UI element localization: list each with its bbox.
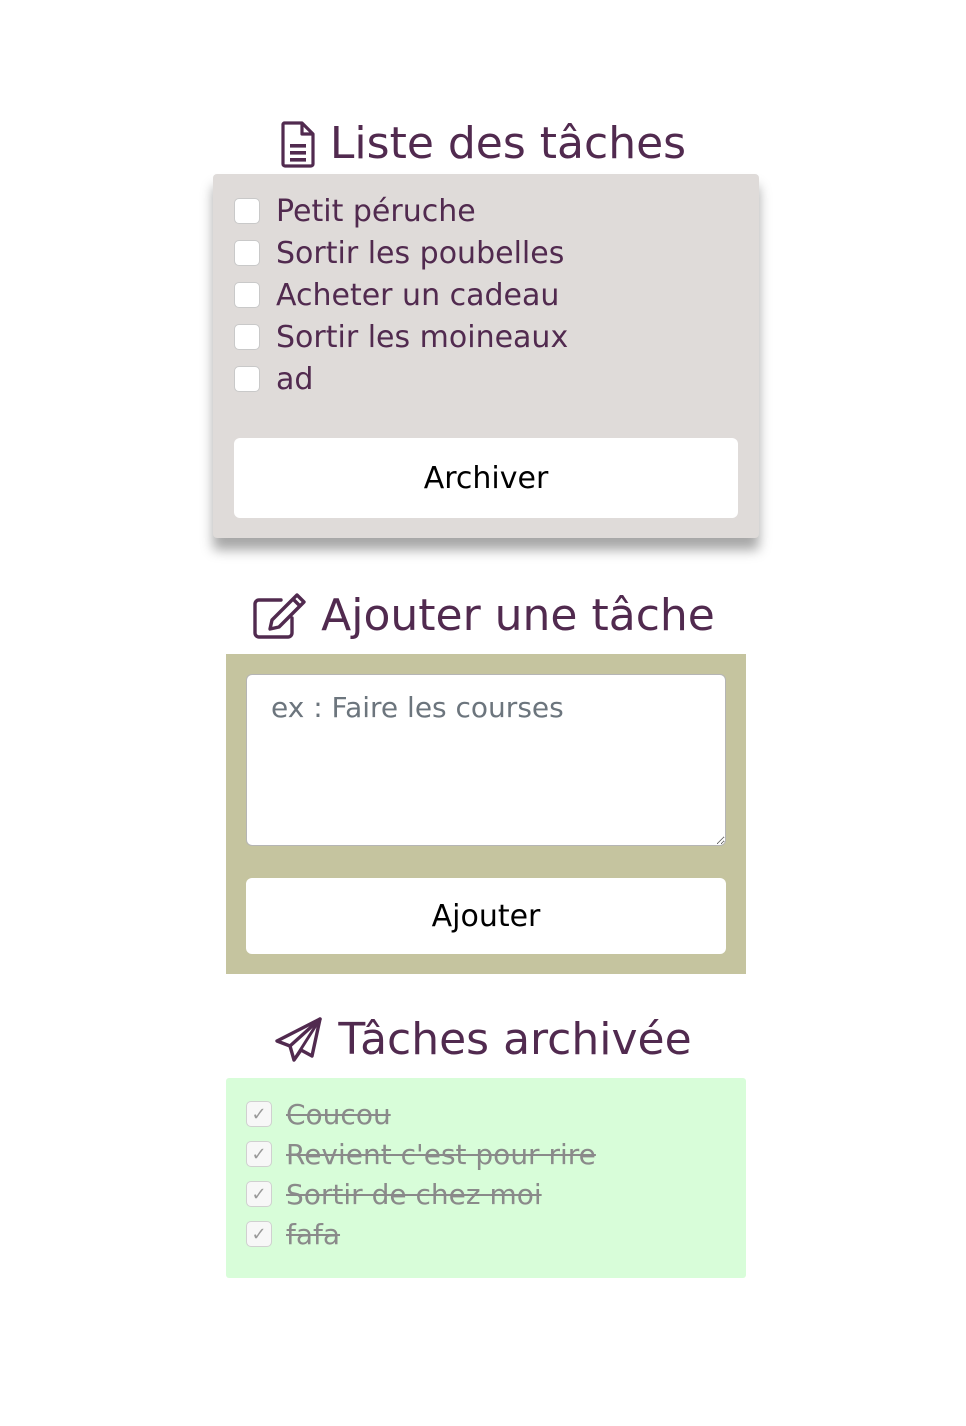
archived-title-text: Tâches archivée: [338, 1014, 692, 1065]
task-label: Sortir les moineaux: [276, 319, 569, 355]
archived-item[interactable]: ✓ Revient c'est pour rire: [246, 1134, 596, 1174]
archived-label: fafa: [286, 1217, 341, 1251]
task-list-title: Liste des tâches: [0, 116, 966, 172]
edit-icon: [251, 592, 307, 640]
task-label: Acheter un cadeau: [276, 277, 560, 313]
task-label: Sortir les poubelles: [276, 235, 565, 271]
task-label: Petit péruche: [276, 193, 476, 229]
checkmark-icon[interactable]: ✓: [246, 1101, 272, 1127]
archived-title: Tâches archivée: [0, 1012, 966, 1068]
task-input[interactable]: [246, 674, 726, 846]
task-checkbox[interactable]: [234, 366, 260, 392]
task-checkbox[interactable]: [234, 282, 260, 308]
task-checkbox[interactable]: [234, 198, 260, 224]
checkmark-icon[interactable]: ✓: [246, 1141, 272, 1167]
task-item[interactable]: Acheter un cadeau: [234, 274, 568, 316]
archived-item[interactable]: ✓ Coucou: [246, 1094, 596, 1134]
task-list: Petit péruche Sortir les poubelles Achet…: [234, 190, 568, 400]
archived-panel: ✓ Coucou ✓ Revient c'est pour rire ✓ Sor…: [226, 1078, 746, 1278]
task-label: ad: [276, 361, 314, 397]
paper-plane-icon: [274, 1016, 324, 1064]
archived-label: Revient c'est pour rire: [286, 1137, 596, 1171]
add-task-panel: Ajouter: [226, 654, 746, 974]
task-checkbox[interactable]: [234, 324, 260, 350]
add-button[interactable]: Ajouter: [246, 878, 726, 954]
archived-list: ✓ Coucou ✓ Revient c'est pour rire ✓ Sor…: [246, 1094, 596, 1254]
task-list-title-text: Liste des tâches: [329, 118, 687, 169]
task-item[interactable]: ad: [234, 358, 568, 400]
archived-label: Sortir de chez moi: [286, 1177, 542, 1211]
archive-button[interactable]: Archiver: [234, 438, 738, 518]
add-task-title: Ajouter une tâche: [0, 588, 966, 644]
task-item[interactable]: Sortir les poubelles: [234, 232, 568, 274]
task-list-panel: Petit péruche Sortir les poubelles Achet…: [213, 174, 759, 538]
task-item[interactable]: Sortir les moineaux: [234, 316, 568, 358]
add-task-title-text: Ajouter une tâche: [321, 590, 715, 641]
archived-item[interactable]: ✓ Sortir de chez moi: [246, 1174, 596, 1214]
task-checkbox[interactable]: [234, 240, 260, 266]
checkmark-icon[interactable]: ✓: [246, 1221, 272, 1247]
task-item[interactable]: Petit péruche: [234, 190, 568, 232]
checkmark-icon[interactable]: ✓: [246, 1181, 272, 1207]
archived-label: Coucou: [286, 1097, 391, 1131]
file-text-icon: [280, 120, 316, 168]
archived-item[interactable]: ✓ fafa: [246, 1214, 596, 1254]
